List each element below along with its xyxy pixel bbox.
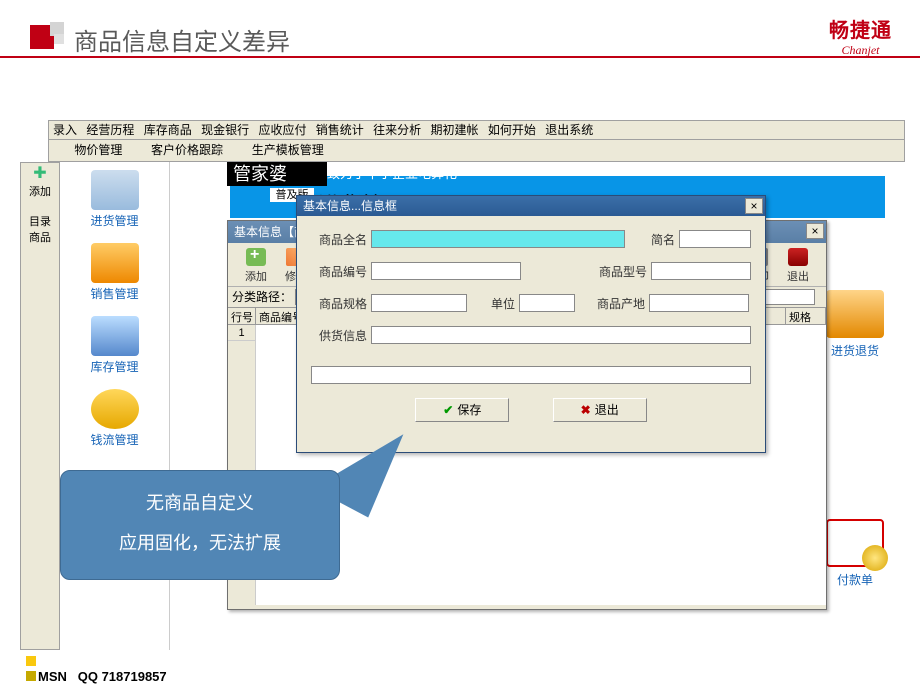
menu-item-stock[interactable]: 库存商品 [144, 123, 192, 137]
callout-line1: 无商品自定义 [61, 489, 339, 515]
toolbar-template[interactable]: 生产模板管理 [252, 143, 324, 157]
fullname-input[interactable] [371, 230, 625, 248]
supply-input[interactable] [371, 326, 751, 344]
close-button[interactable]: × [806, 223, 824, 239]
add-icon [246, 248, 266, 266]
shortname-label: 简名 [639, 231, 675, 248]
tool-label: 添加 [245, 271, 267, 283]
menu-item-cash[interactable]: 现金银行 [201, 123, 249, 137]
sidebar-item-inventory[interactable]: 库存管理 [60, 316, 169, 375]
menu-item-arap[interactable]: 应收应付 [258, 123, 306, 137]
cashflow-icon [91, 389, 139, 429]
menu-bar: 录入 经营历程 库存商品 现金银行 应收应付 销售统计 往来分析 期初建帐 如何… [48, 120, 905, 140]
unit-input[interactable] [519, 294, 575, 312]
path-label: 分类路径： [232, 290, 292, 304]
extra-input[interactable] [311, 366, 751, 384]
sidebar-item-cashflow[interactable]: 钱流管理 [60, 389, 169, 448]
inventory-icon [91, 316, 139, 356]
decor-square-grey2 [54, 34, 64, 44]
return-icon [826, 290, 884, 338]
menu-item-sales-stat[interactable]: 销售统计 [316, 123, 364, 137]
spec-input[interactable] [371, 294, 467, 312]
menu-item-history[interactable]: 经营历程 [86, 123, 134, 137]
col-rownum: 行号 [228, 308, 256, 324]
gjp-brand: 管家婆 [227, 162, 327, 186]
exit-icon [788, 248, 808, 266]
bullet-icon [26, 656, 36, 666]
toolbar-customer-price[interactable]: 客户价格跟踪 [151, 143, 223, 157]
close-button[interactable]: × [745, 198, 763, 214]
menu-item-init[interactable]: 期初建帐 [431, 123, 479, 137]
logo-cn: 畅捷通 [829, 14, 892, 43]
supply-label: 供货信息 [311, 327, 367, 344]
tool-add[interactable]: 添加 [236, 248, 276, 284]
dialog-extra-row [311, 366, 751, 384]
purchase-icon [91, 170, 139, 210]
exit-button[interactable]: ✖ 退出 [553, 398, 647, 422]
spec-label: 商品规格 [311, 295, 367, 312]
footer-msn: MSN [38, 669, 67, 684]
left-item-label[interactable]: 商品 [21, 229, 59, 245]
code-input[interactable] [371, 262, 521, 280]
add-icon[interactable]: ✚ [21, 163, 59, 183]
origin-label: 商品产地 [589, 295, 645, 312]
left-dock: ✚ 添加 目录 商品 [20, 162, 60, 650]
x-icon: ✖ [581, 403, 591, 417]
template-icon [230, 144, 244, 158]
price-mgmt-icon [53, 144, 67, 158]
payment-icon [826, 519, 884, 567]
unit-label: 单位 [481, 295, 515, 312]
dialog-titlebar: 基本信息...信息框 × [297, 196, 765, 216]
tool-exit[interactable]: 退出 [778, 248, 818, 284]
bullet-icon [26, 671, 36, 681]
sidebar-label: 库存管理 [60, 358, 169, 375]
sales-icon [91, 243, 139, 283]
check-icon: ✔ [443, 403, 453, 417]
red-underline [0, 56, 920, 58]
row-1: 1 [228, 325, 255, 341]
left-dir-label[interactable]: 目录 [21, 213, 59, 229]
model-input[interactable] [651, 262, 751, 280]
sidebar-label: 销售管理 [60, 285, 169, 302]
dialog-title-text: 基本信息...信息框 [303, 199, 397, 213]
tool-label: 退出 [787, 271, 809, 283]
menu-item-analysis[interactable]: 往来分析 [373, 123, 421, 137]
footer-qq: QQ 718719857 [78, 669, 167, 684]
sidebar-item-purchase[interactable]: 进货管理 [60, 170, 169, 229]
origin-input[interactable] [649, 294, 749, 312]
exit-label: 退出 [595, 403, 619, 417]
customer-price-icon [130, 144, 144, 158]
code-label: 商品编号 [311, 263, 367, 280]
dialog-body: 商品全名 简名 商品编号 商品型号 商品规格 单位 商品产地 供货信息 [297, 216, 765, 362]
shortname-input[interactable] [679, 230, 751, 248]
toolbar-price[interactable]: 物价管理 [74, 143, 122, 157]
footer: MSN QQ 718719857 [26, 654, 167, 684]
save-button[interactable]: ✔ 保存 [415, 398, 509, 422]
app-toolbar: 物价管理 客户价格跟踪 生产模板管理 [48, 140, 905, 162]
brand-logo: 畅捷通 Chanjet [829, 14, 892, 58]
save-label: 保存 [457, 403, 481, 417]
fullname-label: 商品全名 [311, 231, 367, 248]
model-label: 商品型号 [591, 263, 647, 280]
slide-header: 商品信息自定义差异 畅捷通 Chanjet [0, 0, 920, 60]
col-spec: 规格 [786, 308, 826, 324]
sidebar-label: 钱流管理 [60, 431, 169, 448]
gjp-tagline: 致力于中小企业电算化 [327, 162, 457, 186]
sidebar-item-sales[interactable]: 销售管理 [60, 243, 169, 302]
left-add-label: 添加 [21, 183, 59, 199]
callout-line2: 应用固化，无法扩展 [61, 529, 339, 555]
slide-title: 商品信息自定义差异 [74, 22, 290, 57]
annotation-callout: 无商品自定义 应用固化，无法扩展 [60, 470, 340, 580]
menu-item-start[interactable]: 如何开始 [488, 123, 536, 137]
sidebar-label: 进货管理 [60, 212, 169, 229]
menu-item-exit[interactable]: 退出系统 [545, 123, 593, 137]
menu-item-input[interactable]: 录入 [53, 123, 77, 137]
